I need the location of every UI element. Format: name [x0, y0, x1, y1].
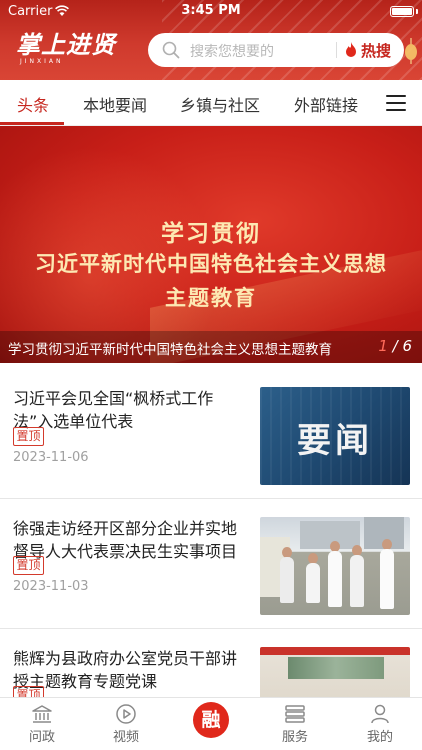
- banner-caption: 学习贯彻习近平新时代中国特色社会主义思想主题教育: [8, 342, 332, 358]
- battery-cap: [416, 9, 418, 14]
- news-date: 2023-11-06: [13, 450, 89, 465]
- lantern-icon: [405, 38, 417, 64]
- tabbar-label: 我的: [366, 730, 393, 745]
- logo-text: 掌上进贤: [16, 30, 116, 59]
- news-item[interactable]: 徐强走访经开区部分企业并实地督导人大代表票决民生实事项目 置顶 2023-11-…: [0, 499, 422, 629]
- tabbar-label: 问政: [28, 730, 55, 745]
- pager-current: 1: [378, 337, 388, 355]
- bank-icon: [32, 705, 52, 723]
- pinned-badge: 置顶: [13, 427, 44, 446]
- banner-heading-line3: 主题教育: [165, 286, 257, 310]
- search-bar[interactable]: 搜索您想要的 热搜: [148, 33, 404, 67]
- tabbar-item-video[interactable]: 视频: [84, 698, 168, 750]
- tab-external-links[interactable]: 外部链接: [294, 92, 358, 116]
- hot-search-button[interactable]: 热搜: [361, 40, 391, 61]
- banner-heading-line2: 习近平新时代中国特色社会主义思想: [35, 252, 387, 276]
- active-tab-indicator: [0, 122, 64, 125]
- category-tabs: 头条 本地要闻 乡镇与社区 外部链接: [0, 80, 422, 126]
- search-icon: [162, 41, 180, 59]
- logo-subtext: JINXIAN: [20, 58, 64, 65]
- news-date: 2023-11-03: [13, 579, 89, 594]
- thumbnail-text: 要闻: [297, 421, 373, 461]
- banner-caption-bar: 学习贯彻习近平新时代中国特色社会主义思想主题教育 1 / 6: [0, 331, 422, 363]
- list-icon: [285, 705, 305, 723]
- tab-headline[interactable]: 头条: [17, 92, 49, 116]
- news-title: 熊辉为县政府办公室党员干部讲授主题教育专题党课: [13, 649, 238, 691]
- news-thumbnail-photo: [260, 517, 410, 615]
- banner-pager: 1 / 6: [378, 337, 412, 355]
- tabbar-label: 服务: [281, 730, 308, 745]
- app-logo[interactable]: 掌上进贤 JINXIAN: [16, 32, 116, 66]
- status-time: 3:45 PM: [181, 3, 241, 18]
- user-icon: [371, 704, 389, 724]
- tabbar-item-wenzheng[interactable]: 问政: [0, 698, 84, 750]
- flame-icon: [346, 42, 356, 57]
- search-divider: [336, 42, 337, 58]
- carousel-banner[interactable]: 学习贯彻 习近平新时代中国特色社会主义思想 主题教育 学习贯彻习近平新时代中国特…: [0, 126, 422, 363]
- tabbar-item-mine[interactable]: 我的: [338, 698, 422, 750]
- status-bar: Carrier 3:45 PM: [0, 3, 422, 21]
- search-input[interactable]: 搜索您想要的: [190, 41, 274, 61]
- pinned-badge: 置顶: [13, 556, 44, 575]
- tab-local-news[interactable]: 本地要闻: [83, 92, 147, 116]
- center-rong-button[interactable]: 融: [193, 702, 229, 738]
- tab-towns-communities[interactable]: 乡镇与社区: [180, 92, 260, 116]
- battery-icon: [390, 6, 414, 17]
- app-header: Carrier 3:45 PM 掌上进贤 JINXIAN 搜索您想要的 热搜: [0, 0, 422, 80]
- news-item[interactable]: 习近平会见全国“枫桥式工作法”入选单位代表 置顶 2023-11-06 要闻: [0, 369, 422, 499]
- tabbar-label: 视频: [112, 730, 139, 745]
- banner-heading-line1: 学习贯彻: [161, 221, 261, 247]
- tabbar-item-service[interactable]: 服务: [253, 698, 337, 750]
- news-title: 徐强走访经开区部分企业并实地督导人大代表票决民生实事项目: [13, 519, 238, 561]
- pager-total: 6: [402, 337, 412, 355]
- menu-icon[interactable]: [386, 95, 406, 111]
- play-icon: [116, 704, 136, 724]
- news-title: 习近平会见全国“枫桥式工作法”入选单位代表: [13, 389, 214, 431]
- news-thumbnail: 要闻: [260, 387, 410, 485]
- bottom-tab-bar: 问政 视频 融 服务 我的: [0, 697, 422, 750]
